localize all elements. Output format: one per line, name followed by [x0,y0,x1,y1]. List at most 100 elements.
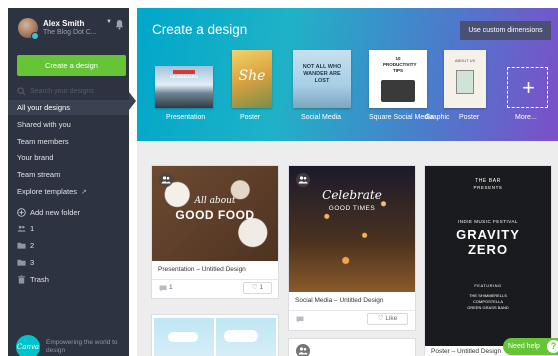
nav-all-designs[interactable]: All your designs [8,100,129,115]
thumbnail-text: NOT ALL WHO WANDER ARE LOST [302,64,342,84]
search-input[interactable] [30,86,125,97]
trash-icon [17,275,26,284]
nav-your-brand[interactable]: Your brand [8,150,129,165]
folder-icon [17,242,26,249]
thumbnail-text: ABOUT US [454,58,476,63]
poster-presents: PRESENTS [473,185,503,190]
split-line [214,318,216,356]
like-button[interactable]: ♡ 1 [243,282,272,294]
cloud-shape [224,330,258,342]
design-card[interactable]: THE BAR PRESENTS INDIE MUSIC FESTIVAL GR… [425,166,551,356]
need-help-button[interactable]: Need help ? [503,338,558,355]
team-icon [296,173,310,187]
nav-label: Team stream [17,170,61,179]
team-icon [159,173,173,187]
active-nav-arrow [129,92,136,110]
design-thumbnail: Celebrate GOOD TIMES [289,166,415,292]
design-thumbnail: THE BAR PRESENTS INDIE MUSIC FESTIVAL GR… [425,166,551,346]
custom-dimensions-button[interactable]: Use custom dimensions [460,21,551,40]
bell-icon[interactable] [115,19,124,30]
nav-label: All your designs [17,103,70,112]
poster-festival: INDIE MUSIC FESTIVAL [458,219,518,224]
external-link-icon: ↗ [81,189,87,196]
folder-label: 3 [30,258,35,267]
cloud-shape [168,332,198,342]
nav-label: Shared with you [17,120,71,129]
thumbnail-text: She [238,68,266,84]
user-name: Alex Smith [43,19,85,28]
folder-item-3[interactable]: 3 [17,257,77,269]
add-folder-button[interactable]: Add new folder [17,207,127,219]
comment-icon[interactable] [296,316,304,323]
team-name: The Blog Dot C... [43,29,97,36]
add-folder-label: Add new folder [30,208,81,217]
poster-headline-1: GRAVITY [456,227,520,242]
thumbnail-subtitle: GOOD TIMES [328,205,376,212]
nav-label: Team members [17,137,69,146]
typewriter-image [381,80,415,102]
design-card[interactable]: Celebrate GOOD TIMES Social Media – Unti… [289,166,415,330]
design-caption: Presentation – Untitled Design [158,266,246,273]
poster-lineup: THE SHIMMERELLS COMPOSTELLA GREEN GRASS … [467,293,509,310]
design-card[interactable]: All about GOOD FOOD Presentation – Untit… [152,166,278,298]
search-box [17,86,125,98]
template-label: Presentation [166,114,206,121]
design-caption: Social Media – Untitled Design [295,297,384,304]
template-thumbnail: 10 PRODUCTIVITY TIPS [369,50,427,108]
design-card[interactable] [289,339,415,356]
nav-team-stream[interactable]: Team stream [8,167,129,182]
folder-label: 1 [30,224,35,233]
more-box: + [507,67,548,108]
template-label: Social Media [301,114,342,121]
comment-icon[interactable] [159,285,167,292]
profile-menu[interactable]: Alex Smith The Blog Dot C... ▼ [14,18,126,42]
create-design-banner: Create a design Use custom dimensions KI… [137,8,558,141]
design-thumbnail: All about GOOD FOOD [152,166,278,261]
create-design-button[interactable]: Create a design [17,55,126,76]
poster-headline-2: ZERO [467,242,509,257]
help-icon: ? [547,340,558,353]
chevron-down-icon[interactable]: ▼ [106,19,112,25]
nav-explore-templates[interactable]: Explore templates ↗ [8,184,129,199]
template-label: Poster [240,114,261,121]
trash-label: Trash [30,275,49,284]
template-label: More... [515,114,537,121]
trash-item[interactable]: Trash [17,274,77,286]
help-label: Need help [508,343,540,350]
folder-item-1[interactable]: 1 [17,223,77,235]
team-folder-icon [17,225,26,232]
designs-grid: All about GOOD FOOD Presentation – Untit… [137,141,558,356]
card-divider [289,310,415,311]
design-card[interactable] [152,315,278,356]
thumbnail-title: Celebrate [322,188,382,202]
banner-title: Create a design [152,22,248,37]
folder-icon [17,259,26,266]
template-label: Poster [459,114,480,121]
folder-item-2[interactable]: 2 [17,240,77,252]
design-thumbnail [154,318,276,356]
thumbnail-text: KILIMANJARO [170,74,198,79]
card-divider [152,279,278,280]
like-count: 1 [259,284,264,291]
thumbnail-text: 10 PRODUCTIVITY TIPS [383,56,417,73]
like-button[interactable]: ♡ Like [367,313,408,325]
team-icon [296,344,310,356]
thumbnail-frame [456,70,474,94]
nav-team-members[interactable]: Team members [8,134,129,149]
template-label: Graphic [425,114,450,121]
template-label: Square Social Media [369,114,434,121]
plus-icon: + [522,75,535,100]
like-label: Like [385,315,398,322]
sidebar-footer: Canva Empowering the world to design [16,335,129,356]
poster-venue: THE BAR [475,178,501,184]
template-thumbnail: ABOUT US [444,50,486,108]
nav-label: Explore templates [17,187,78,196]
template-thumbnail: KILIMANJARO [155,66,213,108]
thumbnail-title: GOOD FOOD [175,208,255,222]
nav-shared-with-you[interactable]: Shared with you [8,117,129,132]
sidebar: Alex Smith The Blog Dot C... ▼ Create a … [8,8,129,356]
thumbnail-subtitle: All about [194,196,236,206]
template-thumbnail: She [232,50,272,108]
footer-tagline: Empowering the world to design [46,339,118,354]
team-badge-icon [31,32,39,40]
